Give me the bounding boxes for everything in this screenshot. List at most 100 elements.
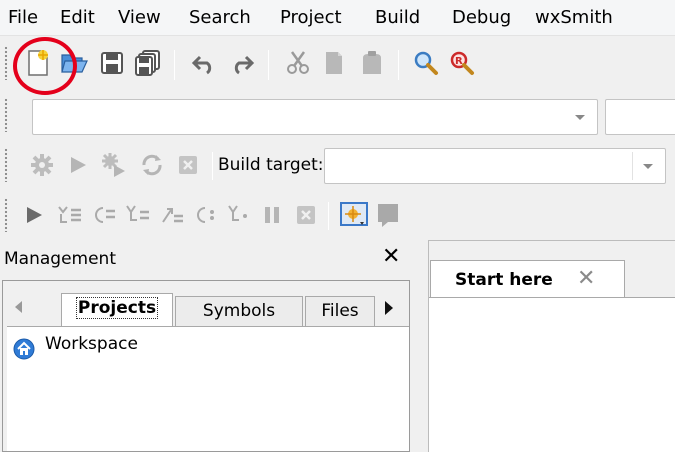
undo-button[interactable] xyxy=(188,47,220,79)
abort-button[interactable] xyxy=(172,149,204,181)
toolbar-grip[interactable] xyxy=(4,148,8,182)
save-button[interactable] xyxy=(96,47,128,79)
project-tree[interactable]: Workspace xyxy=(7,326,409,451)
toolbar-separator xyxy=(212,152,213,180)
stop-debugger-icon xyxy=(297,206,315,224)
tab-symbols-label: Symbols xyxy=(202,301,276,321)
toolbar-grip[interactable] xyxy=(4,198,8,232)
menu-project[interactable]: Project xyxy=(280,7,342,28)
menu-view[interactable]: View xyxy=(118,7,161,28)
step-into-button[interactable] xyxy=(122,199,154,231)
stop-debugger-button[interactable] xyxy=(290,199,322,231)
abort-icon xyxy=(179,156,197,174)
menu-file[interactable]: File xyxy=(8,7,38,28)
run-to-cursor-button[interactable] xyxy=(54,199,86,231)
scope-combo[interactable] xyxy=(32,99,598,135)
toolbar-grip[interactable] xyxy=(4,98,8,132)
open-folder-icon xyxy=(61,54,88,73)
build-target-combo[interactable] xyxy=(324,148,666,184)
build-gear-icon xyxy=(31,154,53,176)
scroll-right-icon[interactable] xyxy=(385,301,393,315)
toolbar-separator xyxy=(398,50,399,80)
debug-info-icon xyxy=(378,204,398,227)
save-icon xyxy=(101,52,123,74)
paste-button[interactable] xyxy=(356,47,388,79)
tab-symbols[interactable]: Symbols xyxy=(175,296,303,326)
undo-icon xyxy=(191,55,212,75)
copy-icon xyxy=(326,52,342,74)
rebuild-icon xyxy=(142,154,162,176)
copy-button[interactable] xyxy=(320,47,352,79)
step-out-button[interactable] xyxy=(156,199,188,231)
close-icon[interactable]: ✕ xyxy=(382,244,400,269)
save-all-button[interactable] xyxy=(132,47,164,79)
replace-button[interactable]: R xyxy=(446,47,478,79)
build-and-run-button[interactable] xyxy=(98,149,130,181)
replace-icon: R xyxy=(450,51,474,75)
redo-icon xyxy=(234,55,255,75)
redo-button[interactable] xyxy=(226,47,258,79)
break-debugger-button[interactable] xyxy=(256,199,288,231)
menu-search[interactable]: Search xyxy=(189,7,251,28)
toolbar-separator xyxy=(268,50,269,80)
next-line-icon xyxy=(95,207,115,223)
menu-debug[interactable]: Debug xyxy=(452,7,511,28)
toolbar-separator xyxy=(174,50,175,80)
step-into-instruction-button[interactable] xyxy=(224,199,256,231)
run-icon xyxy=(71,157,86,173)
main-toolbar: R xyxy=(0,36,600,90)
step-out-icon xyxy=(162,208,183,223)
function-combo[interactable] xyxy=(605,99,675,135)
menu-edit[interactable]: Edit xyxy=(60,7,95,28)
debug-run-button[interactable] xyxy=(18,199,50,231)
cut-button[interactable] xyxy=(282,47,314,79)
pane-splitter[interactable] xyxy=(413,240,425,452)
debug-run-icon xyxy=(27,207,42,223)
toolbar-separator xyxy=(328,202,329,230)
management-title: Management xyxy=(4,249,116,269)
close-icon[interactable]: ✕ xyxy=(577,266,595,291)
find-button[interactable] xyxy=(410,47,442,79)
open-button[interactable] xyxy=(58,47,90,79)
tab-start-here[interactable]: Start here ✕ xyxy=(430,260,625,298)
debugger-toolbar xyxy=(0,190,560,238)
next-line-button[interactable] xyxy=(88,199,120,231)
paste-icon xyxy=(363,51,381,74)
management-pane: Management ✕ Projects Symbols Files Work… xyxy=(0,240,413,452)
toolbar-grip[interactable] xyxy=(4,46,8,80)
debug-windows-button[interactable] xyxy=(338,199,370,231)
editor-area: Start here ✕ xyxy=(425,240,675,452)
tab-files[interactable]: Files xyxy=(305,296,375,326)
scroll-left-icon[interactable] xyxy=(15,301,22,313)
menu-build[interactable]: Build xyxy=(375,7,420,28)
menu-bar: File Edit View Search Project Build Debu… xyxy=(0,0,675,36)
chevron-down-icon[interactable] xyxy=(575,115,585,120)
tab-projects-label: Projects xyxy=(75,297,159,319)
rebuild-button[interactable] xyxy=(136,149,168,181)
run-button[interactable] xyxy=(62,149,94,181)
editor-content[interactable] xyxy=(429,297,675,452)
chevron-down-icon[interactable] xyxy=(643,164,653,169)
build-target-label: Build target: xyxy=(218,155,324,175)
build-button[interactable] xyxy=(26,149,58,181)
tree-item-label: Workspace xyxy=(45,334,138,354)
break-debugger-icon xyxy=(265,207,279,223)
save-all-icon xyxy=(135,50,160,76)
tab-projects[interactable]: Projects xyxy=(61,293,173,327)
menu-wxsmith[interactable]: wxSmith xyxy=(535,7,613,28)
workspace-icon xyxy=(13,338,35,360)
debug-windows-icon xyxy=(340,202,368,226)
combo-divider xyxy=(632,152,633,180)
management-notebook: Projects Symbols Files Workspace xyxy=(2,280,410,452)
debug-info-button[interactable] xyxy=(372,199,404,231)
next-instruction-icon xyxy=(197,207,214,223)
code-completion-toolbar xyxy=(0,91,675,139)
tab-files-label: Files xyxy=(321,301,359,321)
cut-icon xyxy=(287,51,309,74)
svg-text:R: R xyxy=(455,56,463,67)
next-instruction-button[interactable] xyxy=(190,199,222,231)
new-file-button[interactable] xyxy=(22,47,54,79)
find-icon xyxy=(414,51,438,75)
tab-start-here-label: Start here xyxy=(455,270,553,290)
step-into-instruction-icon xyxy=(228,205,247,221)
